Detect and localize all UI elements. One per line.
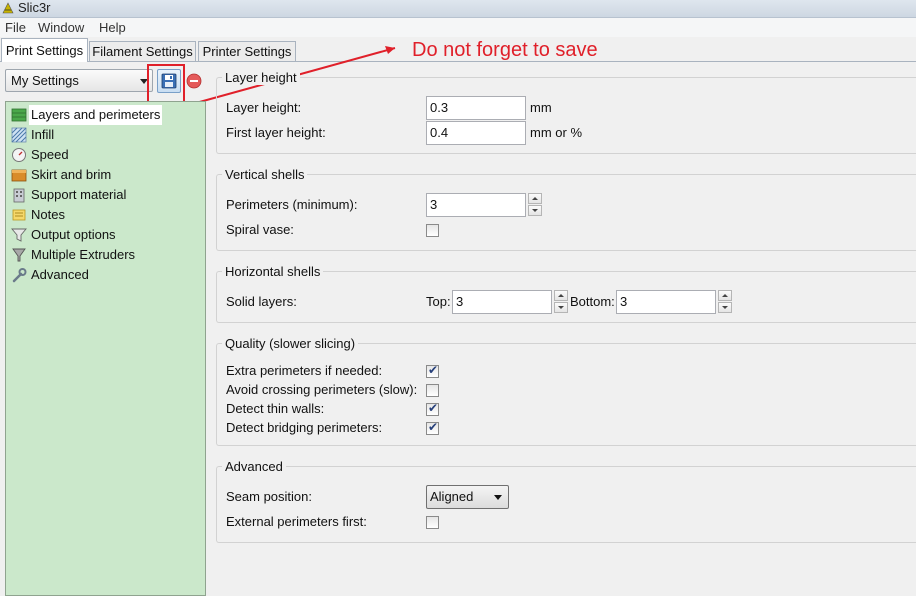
spiral-vase-checkbox[interactable]: [426, 224, 439, 237]
avoid-crossing-label: Avoid crossing perimeters (slow):: [226, 382, 418, 397]
group-title: Vertical shells: [222, 167, 308, 182]
bridging-label: Detect bridging perimeters:: [226, 420, 383, 435]
group-advanced: [216, 466, 916, 543]
stepper-up-icon[interactable]: [718, 290, 732, 301]
stepper-up-icon[interactable]: [528, 193, 542, 204]
note-icon: [12, 209, 26, 221]
stepper-down-icon[interactable]: [528, 205, 542, 216]
annotation-text: Do not forget to save: [412, 39, 598, 61]
first-layer-height-unit: mm or %: [530, 125, 582, 140]
group-title: Layer height: [222, 70, 300, 85]
layers-icon: [11, 108, 27, 122]
page-label: Notes: [31, 207, 65, 222]
settings-page-list: Layers and perimeters Infill Speed Skirt…: [5, 101, 206, 596]
top-layers-input[interactable]: 3: [452, 290, 552, 314]
seam-position-select[interactable]: Aligned: [426, 485, 509, 509]
tab-print-settings[interactable]: Print Settings: [1, 38, 88, 62]
thin-walls-label: Detect thin walls:: [226, 401, 325, 416]
layer-height-input[interactable]: 0.3: [426, 96, 526, 120]
wrench-icon: [12, 268, 27, 283]
stepper-down-icon[interactable]: [718, 302, 732, 313]
seam-position-value: Aligned: [430, 489, 474, 504]
page-label: Skirt and brim: [31, 167, 112, 182]
page-label: Support material: [31, 187, 127, 202]
funnel-icon: [11, 228, 27, 242]
page-label: Multiple Extruders: [31, 247, 136, 262]
perimeters-stepper[interactable]: [528, 193, 542, 217]
group-vertical-shells: [216, 174, 916, 251]
group-title: Quality (slower slicing): [222, 336, 359, 351]
chevron-down-icon: [494, 495, 502, 500]
infill-icon: [11, 127, 27, 143]
bridging-checkbox[interactable]: [426, 420, 439, 435]
first-layer-height-label: First layer height:: [226, 125, 326, 140]
avoid-crossing-checkbox[interactable]: [426, 384, 439, 397]
first-layer-height-input[interactable]: 0.4: [426, 121, 526, 145]
page-label: Speed: [31, 147, 69, 162]
group-title: Advanced: [222, 459, 286, 474]
bottom-layers-input[interactable]: 3: [616, 290, 716, 314]
seam-position-label: Seam position:: [226, 489, 312, 504]
group-title: Horizontal shells: [222, 264, 324, 279]
box-icon: [11, 169, 27, 182]
building-icon: [13, 188, 25, 203]
bottom-layers-label: Bottom:: [570, 294, 615, 309]
perimeters-input[interactable]: 3: [426, 193, 526, 217]
page-label: Layers and perimeters: [29, 105, 163, 125]
page-label: Infill: [31, 127, 55, 142]
layer-height-unit: mm: [530, 100, 552, 115]
extra-perimeters-label: Extra perimeters if needed:: [226, 363, 383, 378]
page-label: Advanced: [31, 267, 89, 282]
stepper-down-icon[interactable]: [554, 302, 568, 313]
top-layers-stepper[interactable]: [554, 290, 568, 314]
spiral-vase-label: Spiral vase:: [226, 222, 294, 237]
stepper-up-icon[interactable]: [554, 290, 568, 301]
page-label: Output options: [31, 227, 116, 242]
speedometer-icon: [12, 148, 26, 162]
perimeters-label: Perimeters (minimum):: [226, 197, 358, 212]
thin-walls-checkbox[interactable]: [426, 401, 439, 416]
external-first-checkbox[interactable]: [426, 516, 439, 529]
external-first-label: External perimeters first:: [226, 514, 367, 529]
extra-perimeters-checkbox[interactable]: [426, 363, 439, 378]
solid-layers-label: Solid layers:: [226, 294, 297, 309]
top-layers-label: Top:: [426, 294, 451, 309]
group-layer-height: [216, 77, 916, 154]
bottom-layers-stepper[interactable]: [718, 290, 732, 314]
extruder-icon: [12, 248, 26, 262]
layer-height-label: Layer height:: [226, 100, 302, 115]
